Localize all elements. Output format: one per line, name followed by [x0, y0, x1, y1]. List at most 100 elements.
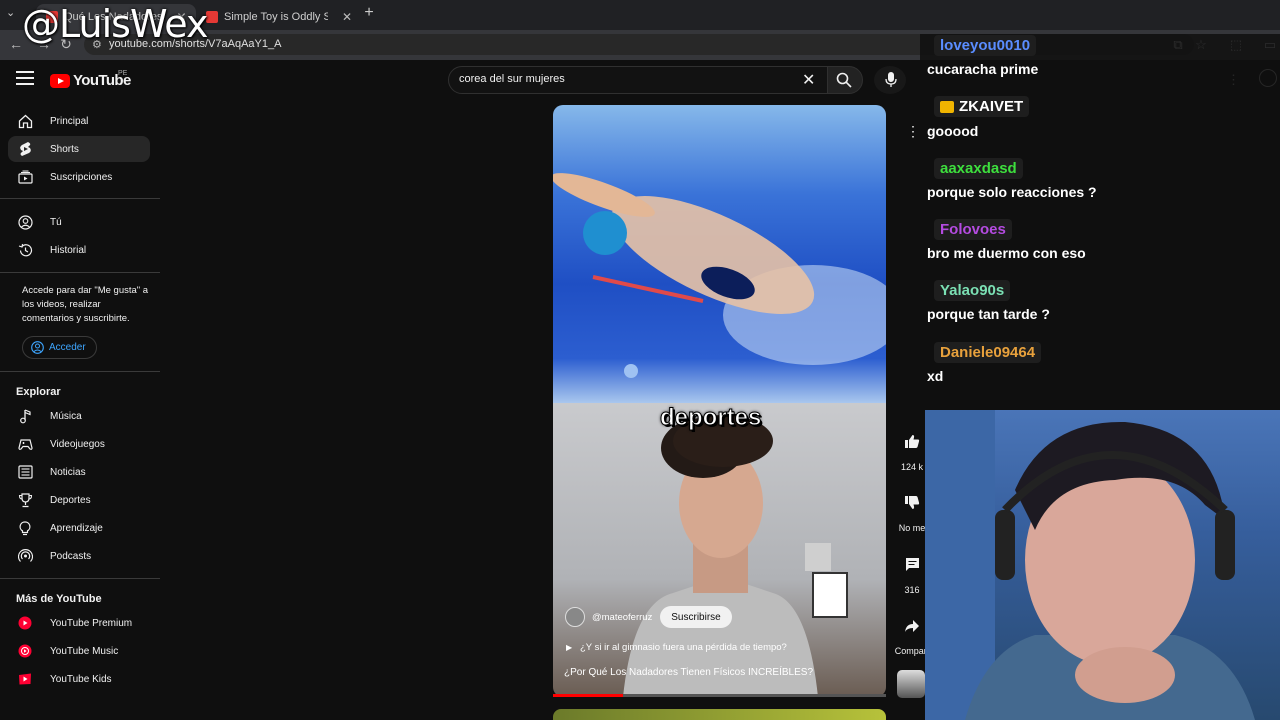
sidebar-item-historial[interactable]: Historial [8, 237, 150, 263]
sidebar-item-musica[interactable]: Música [8, 403, 150, 429]
youtube-premium-icon [17, 615, 33, 631]
signin-label: Acceder [49, 342, 86, 353]
bulb-icon [17, 520, 33, 536]
divider [0, 198, 160, 199]
subscriptions-icon [17, 169, 33, 185]
explore-heading: Explorar [16, 386, 61, 398]
chat-username: aaxaxdasd [934, 158, 1023, 179]
clear-search-icon[interactable]: ✕ [802, 70, 815, 90]
close-tab-icon[interactable]: ✕ [342, 10, 352, 24]
tab-title: Simple Toy is Oddly Satisfying! [224, 11, 328, 23]
menu-icon[interactable] [16, 71, 34, 89]
sidebar-item-podcasts[interactable]: Podcasts [8, 543, 150, 569]
music-icon [17, 408, 33, 424]
subscribe-button[interactable]: Suscribirse [660, 606, 732, 628]
gaming-icon [17, 436, 33, 452]
sidebar-item-label: Videojuegos [50, 438, 105, 450]
sidebar-item-label: Principal [50, 115, 89, 127]
sidebar-item-youtube-premium[interactable]: YouTube Premium [8, 610, 150, 636]
chat-username-text: Yalao90s [940, 282, 1005, 299]
sidebar-item-label: YouTube Music [50, 645, 119, 657]
sidebar-item-deportes[interactable]: Deportes [8, 487, 150, 513]
signin-button[interactable]: Acceder [22, 336, 97, 359]
linked-video-question[interactable]: ¿Y si ir al gimnasio fuera una pérdida d… [580, 642, 787, 653]
news-icon [17, 464, 33, 480]
sidebar-item-label: YouTube Premium [50, 617, 133, 629]
crown-icon [940, 100, 954, 113]
sidebar-item-label: Podcasts [50, 550, 92, 562]
chat-message: gooood [927, 123, 979, 139]
home-icon [17, 113, 33, 129]
next-short-preview[interactable] [553, 709, 886, 720]
chat-username-text: aaxaxdasd [940, 160, 1017, 177]
signin-prompt: Accede para dar "Me gusta" a los videos,… [22, 285, 149, 324]
sidebar-item-shorts[interactable]: Shorts [8, 136, 150, 162]
sidebar-item-suscripciones[interactable]: Suscripciones [8, 164, 150, 190]
sidebar-item-aprendizaje[interactable]: Aprendizaje [8, 515, 150, 541]
sidebar-item-youtube-kids[interactable]: YouTube Kids [8, 666, 150, 692]
podcast-icon [17, 548, 33, 564]
chat-message: xd [927, 368, 944, 384]
chat-username-text: ZKAIVET [959, 98, 1024, 115]
share-icon[interactable] [903, 617, 921, 635]
comments-icon[interactable] [903, 555, 921, 573]
sidebar: Principal Shorts Suscripciones Tú Histor… [0, 104, 160, 720]
new-tab-icon[interactable]: + [362, 4, 376, 22]
sidebar-item-label: Shorts [50, 143, 79, 155]
shorts-icon [17, 141, 33, 157]
chat-username: Folovoes [934, 219, 1012, 240]
chat-username-text: loveyou0010 [940, 37, 1031, 54]
channel-avatar[interactable] [565, 607, 585, 627]
chat-username: Daniele09464 [934, 342, 1042, 363]
chat-message: bro me duermo con eso [927, 245, 1086, 261]
video-title[interactable]: ¿Por Qué Los Nadadores Tienen Físicos IN… [564, 667, 813, 678]
chat-username-text: Daniele09464 [940, 344, 1036, 361]
chat-username: Yalao90s [934, 280, 1011, 301]
more-options-icon[interactable]: ⋮ [906, 123, 920, 140]
sidebar-item-label: Historial [50, 244, 87, 256]
divider [0, 578, 160, 579]
sidebar-item-principal[interactable]: Principal [8, 108, 150, 134]
chat-username: ZKAIVET [934, 96, 1030, 117]
chat-message: porque tan tarde ? [927, 306, 1050, 322]
sidebar-item-videojuegos[interactable]: Videojuegos [8, 431, 150, 457]
youtube-kids-icon [17, 671, 33, 687]
chat-username: loveyou0010 [934, 35, 1037, 56]
account-circle-icon [31, 341, 44, 354]
sidebar-item-label: Tú [50, 216, 62, 228]
sidebar-item-label: Aprendizaje [50, 522, 103, 534]
like-icon[interactable] [903, 432, 921, 450]
sidebar-item-label: Noticias [50, 466, 86, 478]
youtube-play-icon [50, 73, 70, 88]
video-caption: deportes [659, 404, 762, 432]
progress-fill [553, 694, 623, 697]
divider [0, 371, 160, 372]
video-frame-swimmer [553, 105, 886, 403]
play-arrow-icon: ▶ [566, 643, 573, 652]
search-icon[interactable] [836, 72, 852, 88]
history-icon [17, 242, 33, 258]
search-query[interactable]: corea del sur mujeres [459, 73, 565, 85]
country-code: PE [118, 70, 128, 77]
sidebar-item-tu[interactable]: Tú [8, 209, 150, 235]
browser-tab[interactable]: Simple Toy is Oddly Satisfying! ✕ [196, 4, 362, 30]
sidebar-item-label: Suscripciones [50, 171, 113, 183]
more-youtube-heading: Más de YouTube [16, 593, 102, 605]
audio-source-thumbnail[interactable] [897, 670, 925, 698]
stream-chat-overlay [920, 34, 1280, 392]
sidebar-item-label: Deportes [50, 494, 91, 506]
channel-name[interactable]: @mateoferruz [592, 612, 652, 623]
divider [0, 272, 160, 273]
sidebar-item-youtube-music[interactable]: YouTube Music [8, 638, 150, 664]
you-icon [17, 214, 33, 230]
youtube-music-icon [17, 643, 33, 659]
dislike-icon[interactable] [903, 493, 921, 511]
sidebar-item-noticias[interactable]: Noticias [8, 459, 150, 485]
streamer-webcam [925, 410, 1280, 720]
streamer-watermark: @LuisWex [22, 2, 208, 46]
chat-message: porque solo reacciones ? [927, 184, 1097, 200]
sidebar-item-label: Música [50, 410, 82, 422]
tab-search-icon[interactable]: ⌄ [6, 6, 15, 19]
microphone-icon[interactable] [885, 72, 897, 88]
chat-message: cucaracha prime [927, 61, 1039, 77]
